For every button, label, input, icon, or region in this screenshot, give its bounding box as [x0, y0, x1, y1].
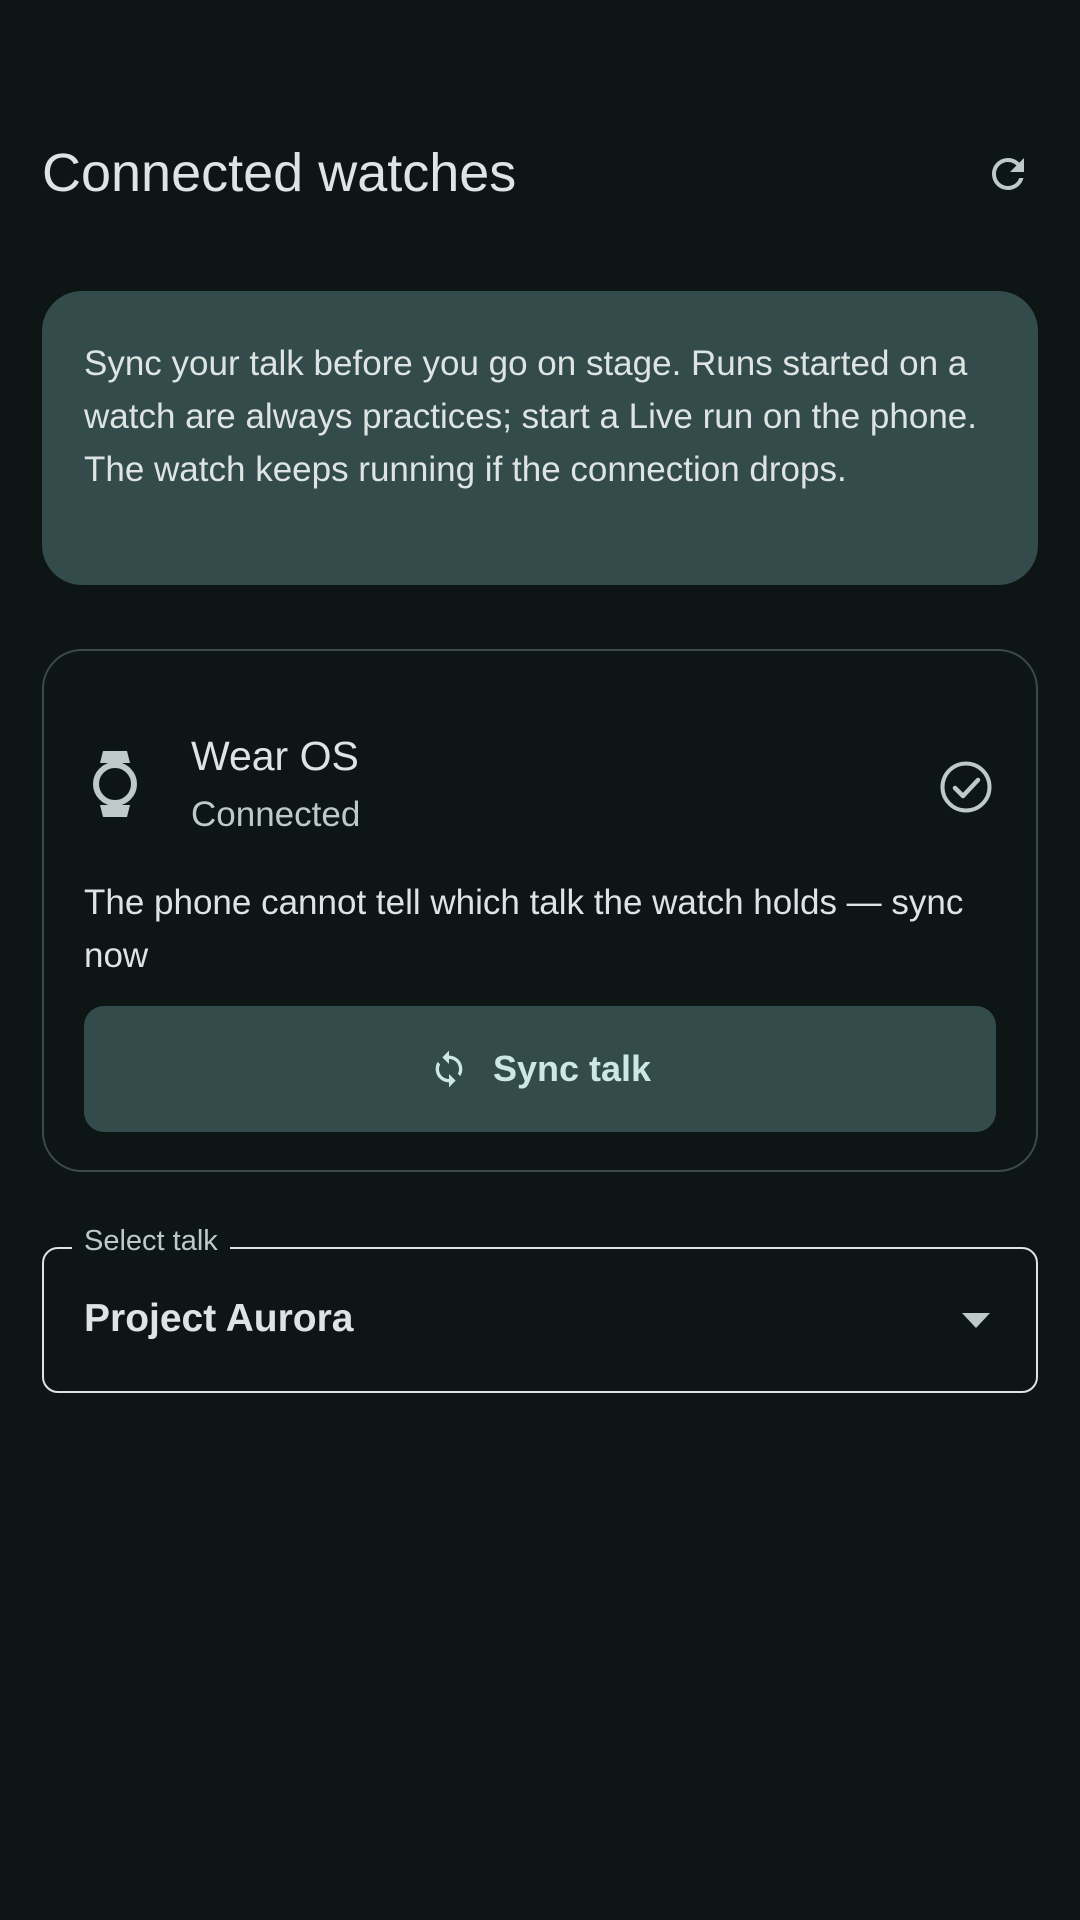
device-status: Connected	[191, 795, 361, 834]
device-card: Wear OS Connected The phone cannot tell …	[42, 649, 1038, 1172]
sync-icon	[435, 1050, 463, 1088]
sync-talk-button[interactable]: Sync talk	[84, 1006, 996, 1132]
check-circle-icon	[940, 761, 992, 813]
refresh-button[interactable]	[978, 144, 1038, 204]
device-name: Wear OS	[191, 733, 359, 779]
talk-select-label: Select talk	[72, 1225, 230, 1258]
top-app-bar: Connected watches	[42, 130, 1038, 220]
device-sync-message: The phone cannot tell which talk the wat…	[84, 883, 964, 975]
talk-select-value: Project Aurora	[84, 1297, 354, 1340]
talk-select[interactable]: Select talk Project Aurora	[42, 1225, 1038, 1393]
watch-icon	[93, 751, 137, 817]
connected-watches-screen: Connected watches Sync your talk before …	[0, 0, 1080, 1920]
page-title: Connected watches	[42, 143, 517, 203]
sync-talk-label: Sync talk	[492, 1048, 652, 1089]
chevron-down-icon	[962, 1313, 990, 1328]
refresh-icon	[992, 158, 1024, 190]
info-card: Sync your talk before you go on stage. R…	[42, 291, 1038, 585]
info-text: Sync your talk before you go on stage. R…	[84, 344, 977, 489]
